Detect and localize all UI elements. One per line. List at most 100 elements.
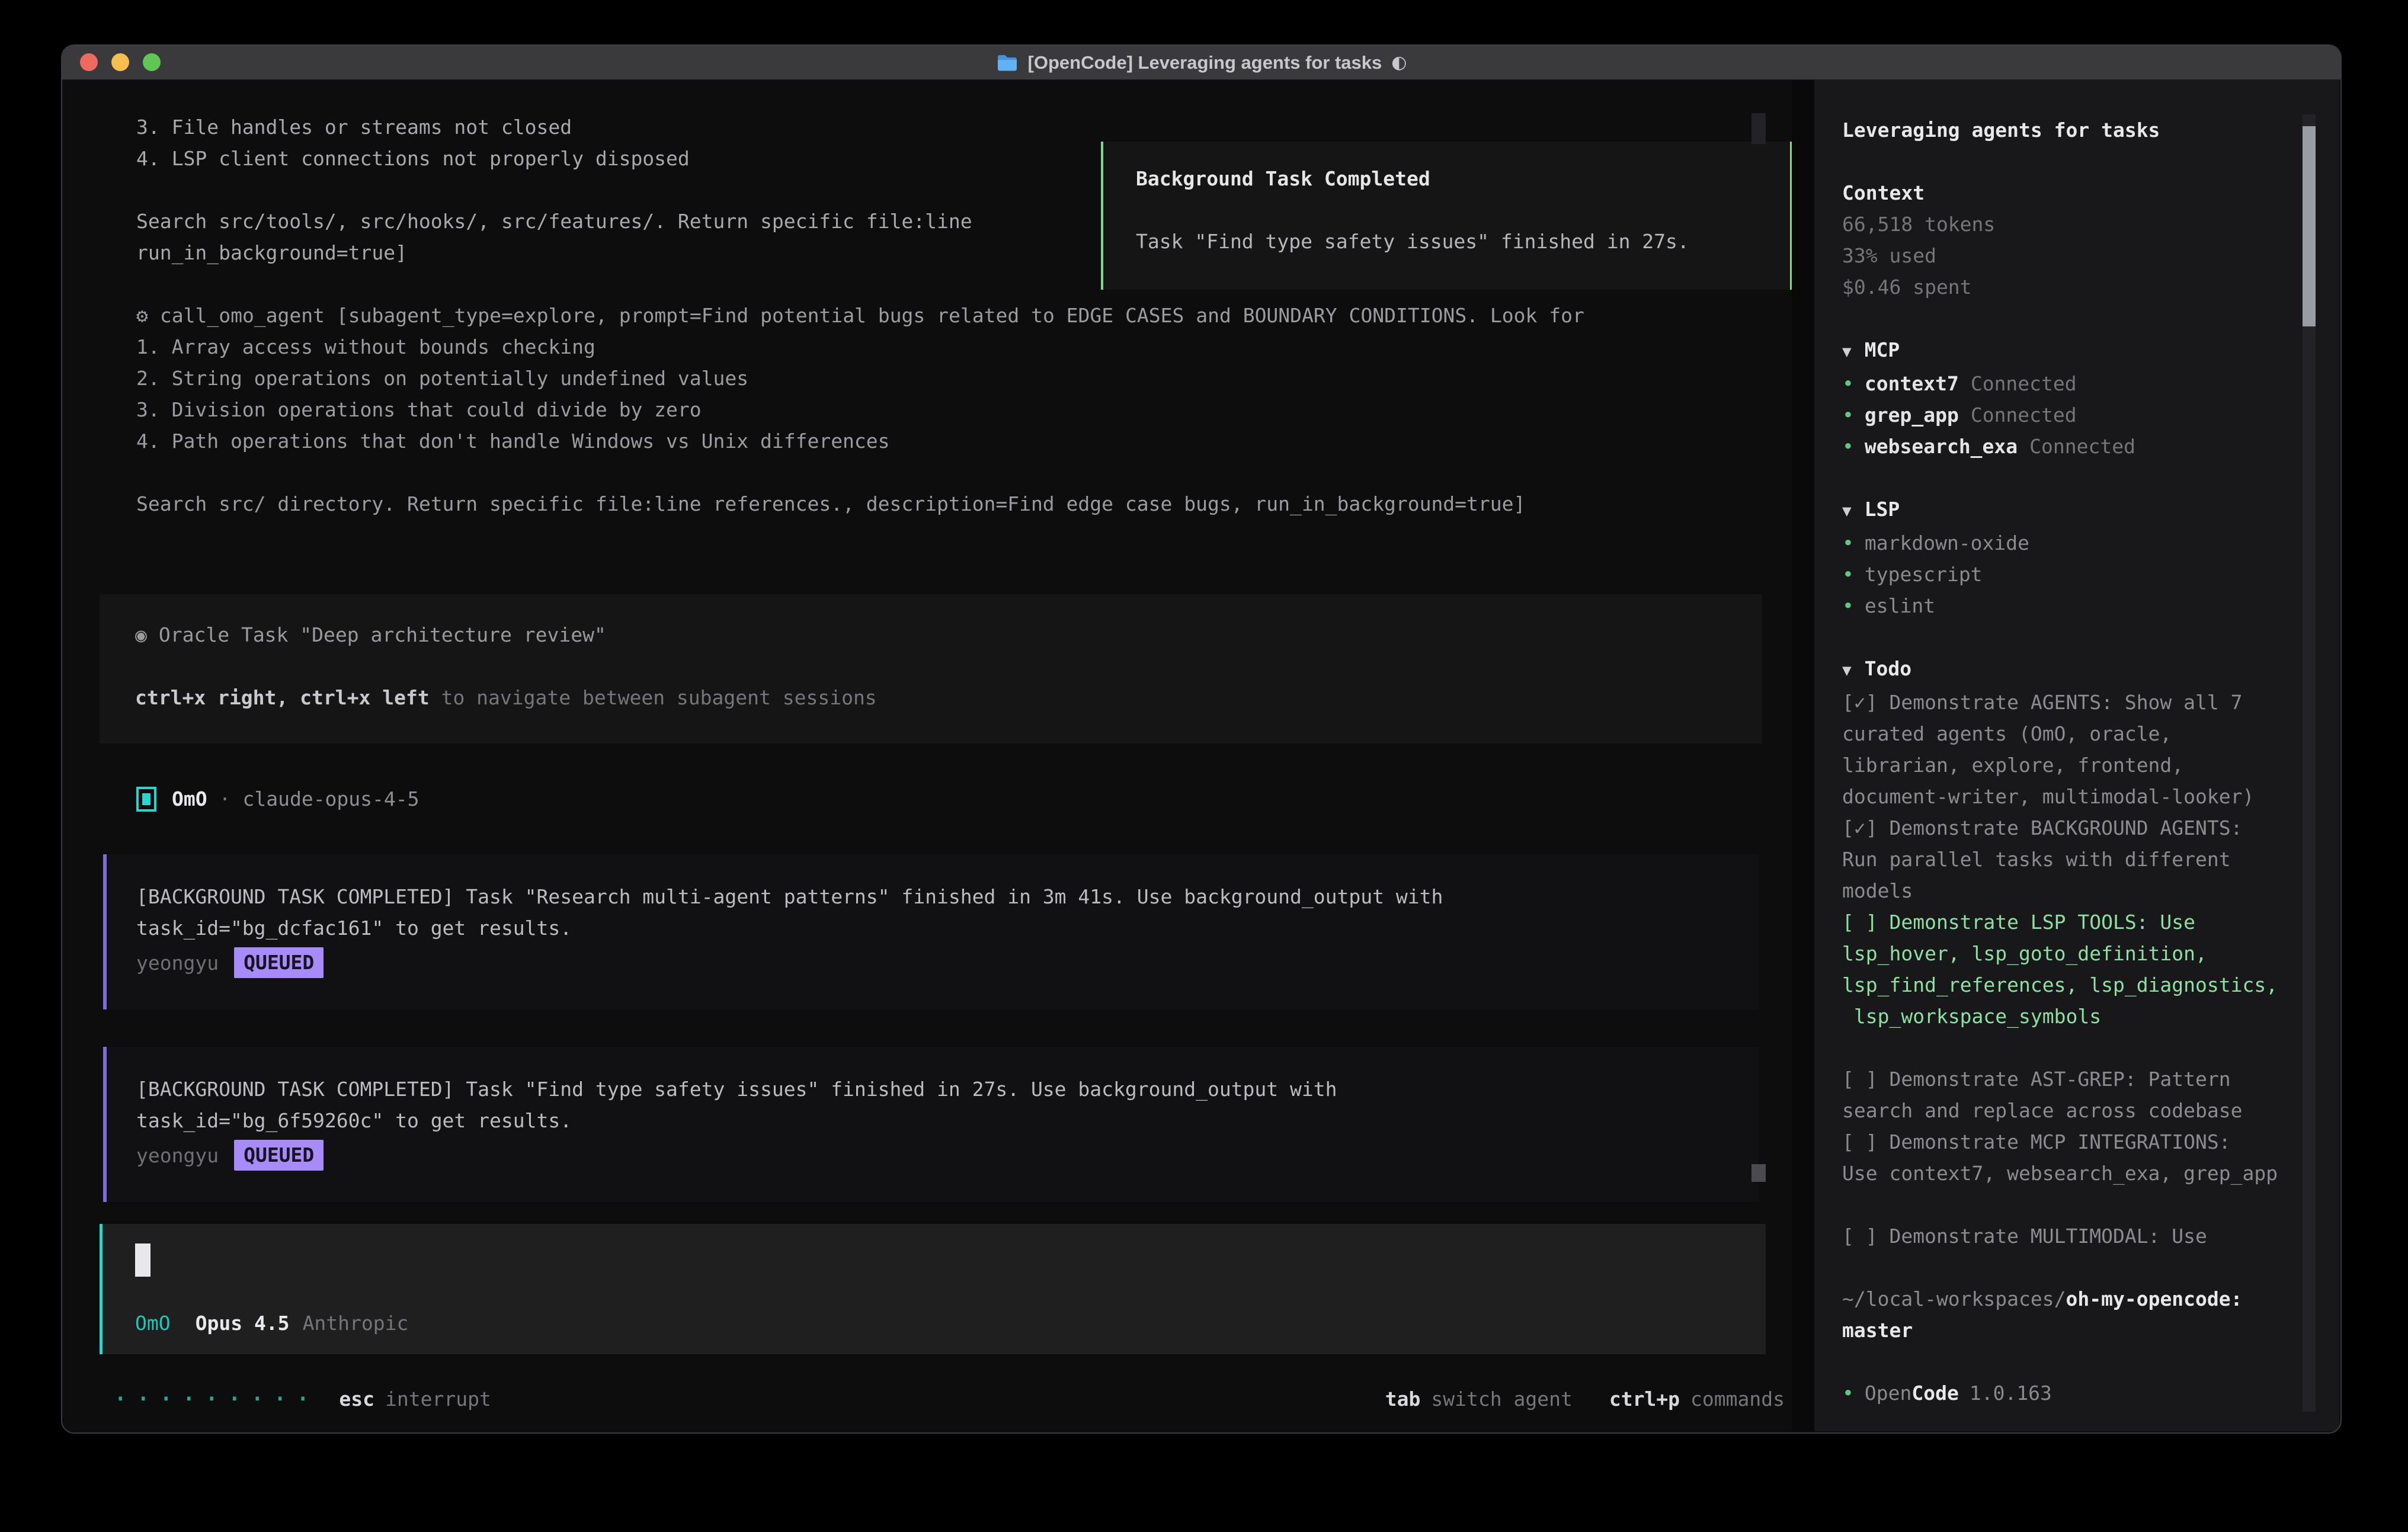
agent-name: OmO (172, 787, 207, 810)
context-tokens: 66,518 tokens (1842, 209, 2287, 240)
mcp-name: context7 (1865, 372, 1959, 395)
keyhint-label: switch agent (1431, 1387, 1572, 1411)
todo-section-header[interactable]: ▼Todo (1842, 653, 2287, 687)
minimize-button[interactable] (111, 53, 129, 71)
lsp-item: •markdown-oxide (1842, 527, 2287, 559)
close-button[interactable] (80, 53, 98, 71)
background-task-message: [BACKGROUND TASK COMPLETED] Task "Resear… (103, 854, 1759, 1009)
maximize-button[interactable] (143, 53, 161, 71)
workspace-branch: master (1842, 1315, 2287, 1346)
background-task-message: [BACKGROUND TASK COMPLETED] Task "Find t… (103, 1047, 1759, 1202)
input-provider-name: Anthropic (303, 1307, 409, 1339)
todo-item: [ ] Demonstrate MCP INTEGRATIONS: Use co… (1842, 1126, 2287, 1189)
mcp-item: • context7 Connected (1842, 368, 2287, 399)
lsp-item: • typescript (1842, 559, 2287, 590)
mcp-item: • grep_app Connected (1842, 399, 2287, 431)
tool-call-line: Search src/ directory. Return specific f… (136, 488, 1744, 520)
main-scrollbar-segment[interactable] (1751, 113, 1766, 144)
todo-item: [✓] Demonstrate AGENTS: Show all 7 curat… (1842, 687, 2287, 812)
tool-call-line: 3. Division operations that could divide… (136, 394, 1744, 425)
collapse-triangle-icon: ▼ (1842, 502, 1852, 520)
task-meta-row: yeongyu QUEUED (136, 946, 1759, 979)
subagent-hint-line: ctrl+x right, ctrl+x left to navigate be… (135, 682, 1762, 713)
gear-icon: ⚙ (136, 304, 148, 327)
notification-body: Task "Find type safety issues" finished … (1136, 226, 1790, 257)
todo-item: [ ] Demonstrate AST-GREP: Pattern search… (1842, 1063, 2287, 1126)
keyhint-label: interrupt (385, 1387, 491, 1411)
notification-title: Background Task Completed (1136, 163, 1790, 194)
app-version: •OpenCode1.0.163 (1842, 1377, 2287, 1409)
message-line: 3. File handles or streams not closed (136, 111, 1744, 143)
collapse-triangle-icon: ▼ (1842, 343, 1852, 361)
tool-call-line: 2. String operations on potentially unde… (136, 363, 1744, 394)
bullet-icon: • (1842, 1382, 1854, 1405)
lsp-item: • eslint (1842, 590, 2287, 621)
workspace-path: ~/local-workspaces/oh-my-opencode: maste… (1842, 1283, 2287, 1346)
task-text-line: [BACKGROUND TASK COMPLETED] Task "Find t… (136, 1073, 1759, 1105)
sidebar-scrollbar-thumb[interactable] (2303, 126, 2316, 326)
status-bar: ········· esc interrupt tab switch agent… (113, 1383, 1785, 1415)
todo-item-active: [ ] Demonstrate LSP TOOLS: Use lsp_hover… (1842, 906, 2287, 1032)
hint-keys: ctrl+x right, ctrl+x left (135, 686, 430, 709)
keyhint-key: tab (1385, 1387, 1421, 1411)
mcp-item: •websearch_exaConnected (1842, 431, 2287, 462)
lsp-name: eslint (1865, 594, 1935, 617)
agent-icon (136, 787, 156, 812)
context-used: 33% used (1842, 240, 2287, 271)
keyhint-label: commands (1690, 1387, 1785, 1411)
todo-item: [✓] Demonstrate BACKGROUND AGENTS: Run p… (1842, 812, 2287, 906)
lsp-name: typescript (1865, 563, 1983, 586)
notification-toast: Background Task Completed Task "Find typ… (1101, 142, 1792, 290)
input-agent-name: OmO (135, 1307, 171, 1339)
mcp-status: Connected (1971, 403, 2077, 427)
text-cursor (135, 1243, 150, 1277)
task-text-line: task_id="bg_dcfac161" to get results. (136, 912, 1759, 944)
separator-dot: · (219, 787, 231, 810)
input-model-name: Opus 4.5 (196, 1307, 290, 1339)
bullet-icon: • (1842, 594, 1854, 617)
pane-divider (1792, 80, 1814, 1431)
folder-icon (996, 53, 1019, 72)
subagent-title-line: ◉Oracle Task "Deep architecture review" (135, 619, 1762, 650)
status-badge: QUEUED (234, 1140, 324, 1171)
bullet-icon: • (1842, 563, 1854, 586)
version-number: 1.0.163 (1970, 1382, 2052, 1405)
agent-model: claude-opus-4-5 (242, 787, 419, 810)
todo-item: [ ] Demonstrate MULTIMODAL: Use (1842, 1220, 2287, 1252)
mcp-section-header[interactable]: ▼MCP (1842, 334, 2287, 368)
status-badge: QUEUED (234, 947, 324, 978)
window-title-group: [OpenCode] Leveraging agents for tasks ◐ (996, 52, 1407, 73)
spinner-dots-icon: ········· (113, 1384, 318, 1414)
keyhint-key: ctrl+p (1609, 1387, 1680, 1411)
oracle-task-icon: ◉ (135, 623, 147, 646)
conversation-pane: 3. File handles or streams not closed 4.… (63, 80, 1792, 1431)
window-titlebar: [OpenCode] Leveraging agents for tasks ◐ (62, 46, 2340, 80)
session-progress-icon: ◐ (1391, 52, 1407, 73)
mcp-status: Connected (1971, 372, 2077, 395)
hint-text: to navigate between subagent sessions (430, 686, 877, 709)
bullet-icon: • (1842, 372, 1854, 395)
tool-call-header: ⚙call_omo_agent [subagent_type=explore, … (136, 300, 1744, 331)
subagent-session-card[interactable]: ◉Oracle Task "Deep architecture review" … (100, 594, 1762, 743)
window-title: [OpenCode] Leveraging agents for tasks (1028, 52, 1382, 73)
tool-call-line: 1. Array access without bounds checking (136, 331, 1744, 363)
keyhint-key: esc (339, 1387, 374, 1411)
agent-header: OmO · claude-opus-4-5 (136, 783, 420, 815)
bullet-icon: • (1842, 403, 1854, 427)
traffic-lights (80, 53, 161, 71)
task-meta-row: yeongyu QUEUED (136, 1139, 1759, 1172)
model-info-row: OmO Opus 4.5 Anthropic (135, 1307, 1766, 1339)
bullet-icon: • (1842, 435, 1854, 458)
tool-call-line: 4. Path operations that don't handle Win… (136, 425, 1744, 457)
tool-call-message: ⚙call_omo_agent [subagent_type=explore, … (136, 300, 1744, 520)
task-text-line: task_id="bg_6f59260c" to get results. (136, 1105, 1759, 1136)
mcp-name: grep_app (1865, 403, 1959, 427)
context-heading: Context (1842, 177, 2287, 209)
prompt-input[interactable]: OmO Opus 4.5 Anthropic (100, 1224, 1766, 1354)
lsp-section-header[interactable]: ▼LSP (1842, 493, 2287, 527)
session-title: Leveraging agents for tasks (1842, 114, 2287, 146)
task-user: yeongyu (136, 1144, 219, 1167)
bullet-icon: • (1842, 531, 1854, 555)
main-scrollbar-thumb[interactable] (1751, 1164, 1766, 1182)
workspace-repo: oh-my-opencode: (2066, 1287, 2243, 1310)
